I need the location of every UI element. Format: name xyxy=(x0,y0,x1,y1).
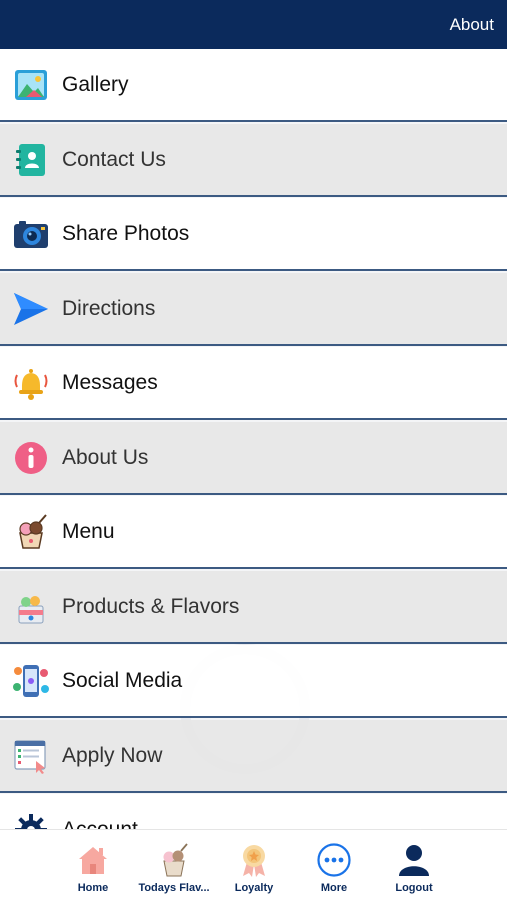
menu-item-social-media[interactable]: Social Media xyxy=(0,645,507,718)
menu-item-label: Social Media xyxy=(62,669,183,692)
application-form-icon xyxy=(14,739,46,774)
ice-cream-icon xyxy=(163,843,188,877)
menu-item-share-photos[interactable]: Share Photos xyxy=(0,198,507,271)
menu-item-label: Menu xyxy=(62,520,115,543)
menu-item-gallery[interactable]: Gallery xyxy=(0,49,507,122)
tab-home[interactable]: Home xyxy=(52,830,134,901)
gear-icon xyxy=(15,814,47,829)
tab-label: Loyalty xyxy=(234,882,274,894)
tab-todays-flavors[interactable]: Todays Flav... xyxy=(133,830,215,901)
tab-loyalty[interactable]: Loyalty xyxy=(213,830,295,901)
menu-item-apply-now[interactable]: Apply Now xyxy=(0,719,507,793)
camera-icon xyxy=(14,221,48,248)
tab-more[interactable]: More xyxy=(293,830,375,901)
menu-item-label: Apply Now xyxy=(62,743,163,767)
menu-item-messages[interactable]: Messages xyxy=(0,347,507,420)
ice-cream-box-icon xyxy=(18,595,44,623)
tab-label: Todays Flav... xyxy=(138,882,210,894)
bottom-tab-bar: Home Todays Flav... Loyalty More Logout xyxy=(0,829,507,901)
bell-icon xyxy=(14,369,48,400)
ice-cream-cup-icon xyxy=(19,514,47,549)
contact-book-icon xyxy=(16,143,45,176)
menu-item-label: About Us xyxy=(62,445,149,469)
menu-item-label: Messages xyxy=(62,371,158,394)
menu-item-label: Products & Flavors xyxy=(62,594,240,618)
tab-label: More xyxy=(320,882,348,894)
menu-list[interactable]: Gallery Contact Us Share Photos Directio… xyxy=(0,49,507,829)
more-dots-icon xyxy=(317,843,351,877)
menu-item-contact-us[interactable]: Contact Us xyxy=(0,123,507,197)
top-navigation-bar: About xyxy=(0,0,507,49)
home-icon xyxy=(79,847,107,874)
menu-item-label: Directions xyxy=(62,296,156,320)
menu-item-label: Account xyxy=(62,818,138,829)
menu-item-about-us[interactable]: About Us xyxy=(0,421,507,495)
menu-item-directions[interactable]: Directions xyxy=(0,272,507,346)
about-button[interactable]: About xyxy=(450,15,494,35)
user-logout-icon xyxy=(399,845,429,876)
social-media-phone-icon xyxy=(13,665,49,697)
gallery-icon xyxy=(15,70,47,100)
menu-item-label: Share Photos xyxy=(62,222,190,245)
menu-item-account[interactable]: Account xyxy=(0,794,507,829)
menu-item-menu[interactable]: Menu xyxy=(0,496,507,569)
ribbon-award-icon xyxy=(243,845,265,877)
info-icon xyxy=(15,441,47,474)
tab-label: Logout xyxy=(395,882,433,894)
tab-logout[interactable]: Logout xyxy=(373,830,455,901)
menu-item-products-flavors[interactable]: Products & Flavors xyxy=(0,570,507,644)
tab-label: Home xyxy=(77,882,109,894)
navigation-arrow-icon xyxy=(14,292,48,325)
menu-item-label: Gallery xyxy=(62,73,129,96)
menu-item-label: Contact Us xyxy=(62,147,166,171)
